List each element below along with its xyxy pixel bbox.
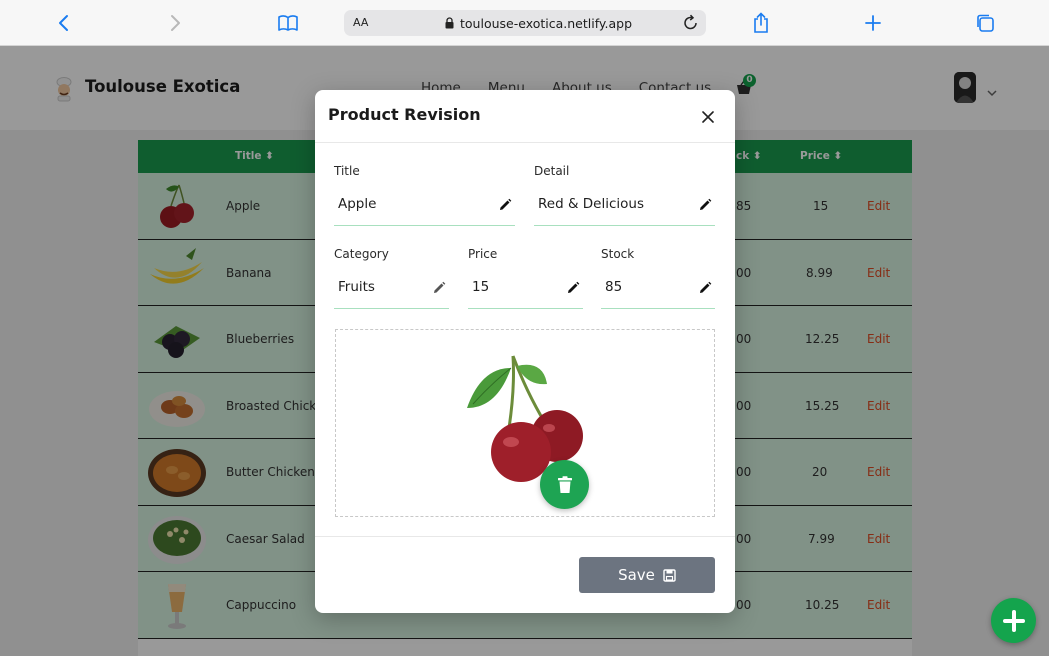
close-icon[interactable]	[698, 107, 718, 127]
detail-value: Red & Delicious	[538, 196, 644, 212]
title-field[interactable]: Apple	[334, 189, 515, 226]
detail-label: Detail	[534, 164, 570, 178]
stock-label: Stock	[601, 247, 635, 261]
back-icon[interactable]	[52, 11, 76, 35]
stock-value: 85	[605, 279, 623, 295]
image-upload-zone[interactable]	[335, 329, 715, 517]
trash-icon	[557, 475, 572, 493]
category-value: Fruits	[338, 279, 375, 295]
divider	[315, 142, 735, 143]
plus-icon	[1002, 609, 1025, 632]
lock-icon	[445, 17, 454, 32]
title-label: Title	[334, 164, 360, 178]
modal-title: Product Revision	[328, 105, 481, 124]
price-label: Price	[468, 247, 498, 261]
detail-field[interactable]: Red & Delicious	[534, 189, 715, 226]
divider	[315, 536, 735, 537]
pencil-icon[interactable]	[697, 280, 713, 296]
pencil-icon[interactable]	[697, 197, 713, 213]
price-field[interactable]: 15	[468, 272, 583, 309]
pencil-icon[interactable]	[497, 197, 513, 213]
floppy-disk-icon	[663, 568, 676, 582]
save-label: Save	[618, 566, 655, 584]
new-tab-icon[interactable]	[861, 11, 885, 35]
url-text: toulouse-exotica.netlify.app	[460, 16, 632, 31]
reader-aa-button[interactable]: AA	[353, 16, 368, 29]
save-button[interactable]: Save	[579, 557, 715, 593]
tabs-overview-icon[interactable]	[973, 11, 997, 35]
reload-icon[interactable]	[683, 14, 699, 35]
category-label: Category	[334, 247, 389, 261]
product-revision-modal: Product Revision Title Apple Detail Red …	[315, 90, 735, 613]
category-field[interactable]: Fruits	[334, 272, 449, 309]
title-value: Apple	[338, 196, 377, 212]
stock-field[interactable]: 85	[601, 272, 715, 309]
add-product-button[interactable]	[991, 598, 1036, 643]
price-value: 15	[472, 279, 490, 295]
bookmarks-icon[interactable]	[276, 11, 300, 35]
address-bar[interactable]: AA toulouse-exotica.netlify.app	[344, 10, 706, 36]
forward-icon[interactable]	[163, 11, 187, 35]
browser-toolbar: AA toulouse-exotica.netlify.app	[0, 0, 1049, 46]
delete-image-button[interactable]	[540, 460, 589, 509]
pencil-icon[interactable]	[431, 280, 447, 296]
share-icon[interactable]	[749, 11, 773, 35]
pencil-icon[interactable]	[565, 280, 581, 296]
